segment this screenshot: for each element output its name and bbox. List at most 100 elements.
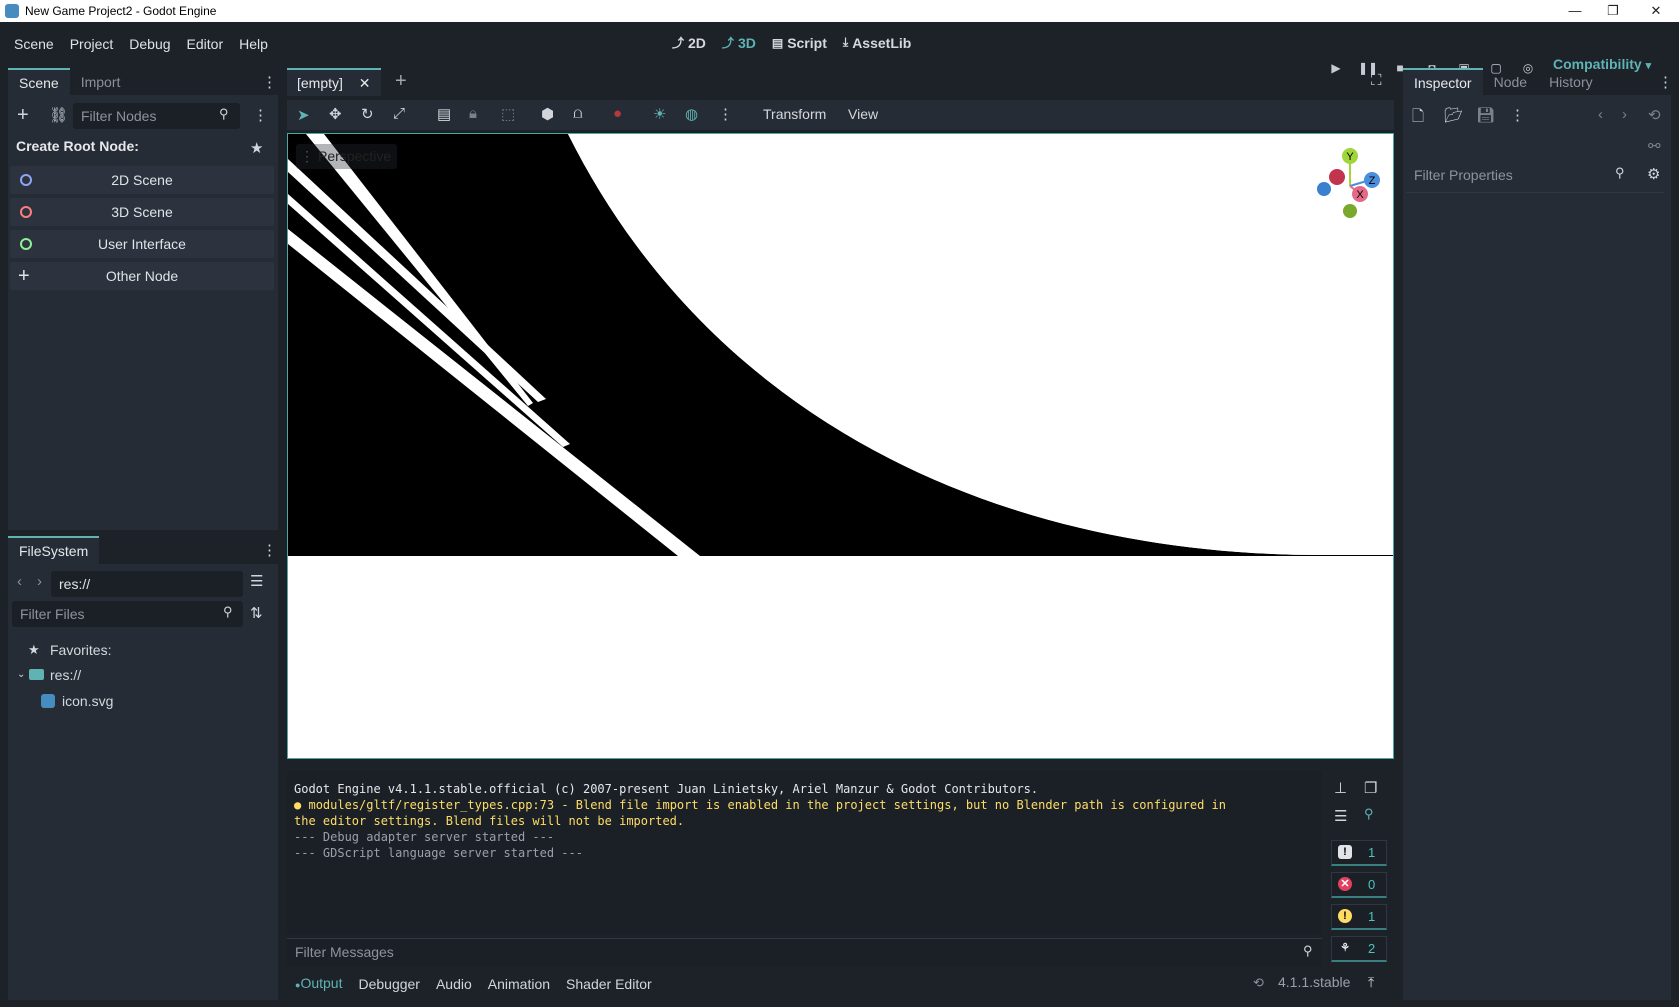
link-icon[interactable]: ⛓ xyxy=(49,106,68,124)
tab-shader-editor[interactable]: Shader Editor xyxy=(558,969,660,999)
node2d-icon xyxy=(20,174,32,186)
root-node-user-interface[interactable]: User Interface xyxy=(10,230,274,258)
clear-log-icon[interactable]: ⊥ xyxy=(1334,779,1347,797)
lock-icon[interactable]: 🔒︎ xyxy=(469,105,477,122)
menu-editor[interactable]: Editor xyxy=(179,22,232,67)
log-warning-line-cont: the editor settings. Blend files will no… xyxy=(294,814,685,828)
menu-debug[interactable]: Debug xyxy=(121,22,178,67)
open-resource-icon[interactable]: 📂︎ xyxy=(1444,106,1463,124)
view-menu[interactable]: View xyxy=(848,106,878,122)
list-select-icon[interactable]: ▤ xyxy=(437,105,451,123)
property-options-icon[interactable]: ⚙ xyxy=(1647,165,1660,183)
group-icon[interactable]: ⬚ xyxy=(501,105,515,123)
errors-filter-toggle[interactable]: ✕ 0 xyxy=(1331,872,1387,898)
root-node-3d-scene[interactable]: 3D Scene xyxy=(10,198,274,226)
filter-nodes-input[interactable]: Filter Nodes xyxy=(73,103,240,129)
scene-dock-menu-icon[interactable]: ⋮ xyxy=(262,73,277,91)
inspector-dock xyxy=(1403,95,1671,1000)
workspace-3d-button[interactable]: ⤴ 3D xyxy=(716,34,762,51)
res-folder-item[interactable]: res:// xyxy=(50,667,81,683)
view-gizmo[interactable]: Y Z X xyxy=(1310,144,1390,224)
version-label[interactable]: 4.1.1.stable xyxy=(1278,974,1350,990)
copy-log-icon[interactable]: ❐ xyxy=(1364,779,1377,797)
tab-inspector[interactable]: Inspector xyxy=(1403,68,1483,96)
menu-dots-icon: ⋮ xyxy=(300,148,314,164)
save-resource-icon[interactable]: 💾︎ xyxy=(1476,106,1495,124)
inspector-menu-icon[interactable]: ⋮ xyxy=(1658,73,1673,91)
tab-audio[interactable]: Audio xyxy=(428,969,480,999)
window-title-bar: New Game Project2 - Godot Engine — ❐ ✕ xyxy=(0,0,1679,22)
local-space-icon[interactable]: ⬢ xyxy=(541,105,554,123)
resource-options-icon[interactable]: ⋮ xyxy=(1510,106,1525,124)
rotate-tool-icon[interactable]: ↻ xyxy=(361,105,374,123)
filter-files-input[interactable]: Filter Files xyxy=(12,601,243,627)
workspace-script-button[interactable]: ▤ Script xyxy=(766,34,833,51)
close-window-button[interactable]: ✕ xyxy=(1633,0,1679,22)
select-tool-icon[interactable]: ➤ xyxy=(297,106,310,124)
add-node-icon[interactable]: + xyxy=(17,104,29,127)
tab-history[interactable]: History xyxy=(1538,68,1604,96)
environment-preview-icon[interactable]: ◍ xyxy=(685,105,698,123)
messages-filter-toggle[interactable]: ! 1 xyxy=(1331,840,1387,866)
history-back-icon[interactable]: ‹ xyxy=(1598,106,1603,123)
editor-messages-toggle[interactable]: ⚘ 2 xyxy=(1331,936,1387,962)
collapse-icon[interactable]: ☰ xyxy=(1334,807,1347,825)
perspective-menu-button[interactable]: ⋮ Perspective xyxy=(296,144,398,169)
tab-debugger[interactable]: Debugger xyxy=(350,969,428,999)
warning-icon: ! xyxy=(1338,909,1352,923)
menu-scene[interactable]: Scene xyxy=(6,22,62,67)
scene-tab-empty[interactable]: [empty] ✕ xyxy=(287,68,381,96)
filesystem-menu-icon[interactable]: ⋮ xyxy=(262,541,277,559)
snap-icon[interactable]: ⩍ xyxy=(573,105,583,122)
tab-output[interactable]: ●Output xyxy=(287,968,350,1000)
ground-plane xyxy=(288,556,1393,758)
transform-menu[interactable]: Transform xyxy=(763,106,826,122)
root-node-2d-scene[interactable]: 2D Scene xyxy=(10,166,274,194)
forward-icon[interactable]: › xyxy=(37,573,42,590)
scene-options-icon[interactable]: ⋮ xyxy=(253,106,268,124)
sort-icon[interactable]: ⇅ xyxy=(250,604,263,622)
menu-help[interactable]: Help xyxy=(231,22,276,67)
favorites-star-icon[interactable]: ★ xyxy=(250,139,263,157)
expand-panel-icon[interactable]: ⤒ xyxy=(1368,974,1374,991)
filter-properties-input[interactable]: Filter Properties xyxy=(1406,162,1664,188)
menu-project[interactable]: Project xyxy=(62,22,122,67)
sun-preview-icon[interactable]: ☀ xyxy=(653,105,666,123)
expand-arrow-icon[interactable]: ⌄ xyxy=(17,669,25,680)
svg-text:Y: Y xyxy=(1346,151,1354,163)
tab-scene[interactable]: Scene xyxy=(8,68,70,96)
warning-dot-icon: ● xyxy=(294,798,302,812)
path-field[interactable]: res:// xyxy=(51,571,243,597)
tab-filesystem[interactable]: FileSystem xyxy=(8,536,100,564)
open-docs-icon[interactable]: ⚯ xyxy=(1648,137,1661,155)
add-scene-tab-icon[interactable]: + xyxy=(395,70,407,93)
new-resource-icon[interactable]: 🗋︎ xyxy=(1412,106,1424,131)
file-item-icon-svg[interactable]: icon.svg xyxy=(62,693,113,709)
search-toggle-icon[interactable]: ⚲ xyxy=(1364,806,1374,822)
node3d-icon xyxy=(20,206,32,218)
gizmo-neg-z[interactable] xyxy=(1317,182,1331,196)
close-tab-icon[interactable]: ✕ xyxy=(359,75,371,91)
workspace-assetlib-button[interactable]: ⤓ AssetLib xyxy=(837,34,917,51)
restore-button[interactable]: ❐ xyxy=(1590,0,1636,22)
camera-icon[interactable]: ● xyxy=(613,105,622,122)
favorites-label[interactable]: Favorites: xyxy=(50,642,111,658)
back-icon[interactable]: ‹ xyxy=(17,573,22,590)
tab-import[interactable]: Import xyxy=(70,68,132,96)
3d-viewport[interactable]: ⋮ Perspective Y Z X xyxy=(287,133,1394,759)
scale-tool-icon[interactable]: ⤢ xyxy=(393,105,405,122)
move-tool-icon[interactable]: ✥ xyxy=(329,105,342,123)
filter-messages-input[interactable]: Filter Messages ⚲ xyxy=(287,938,1322,966)
warnings-filter-toggle[interactable]: ! 1 xyxy=(1331,904,1387,930)
gizmo-neg-y[interactable] xyxy=(1343,204,1357,218)
preview-options-icon[interactable]: ⋮ xyxy=(718,105,733,123)
root-node-other[interactable]: + Other Node xyxy=(10,262,274,290)
tab-node[interactable]: Node xyxy=(1483,68,1538,96)
gizmo-neg-x[interactable] xyxy=(1329,169,1345,185)
split-view-icon[interactable]: ☰ xyxy=(250,572,263,590)
workspace-2d-button[interactable]: ⤴ 2D xyxy=(666,34,712,51)
distraction-free-icon[interactable]: ⛶ xyxy=(1371,72,1382,89)
object-history-icon[interactable]: ⟲ xyxy=(1648,106,1661,124)
history-forward-icon[interactable]: › xyxy=(1622,106,1627,123)
tab-animation[interactable]: Animation xyxy=(480,969,558,999)
